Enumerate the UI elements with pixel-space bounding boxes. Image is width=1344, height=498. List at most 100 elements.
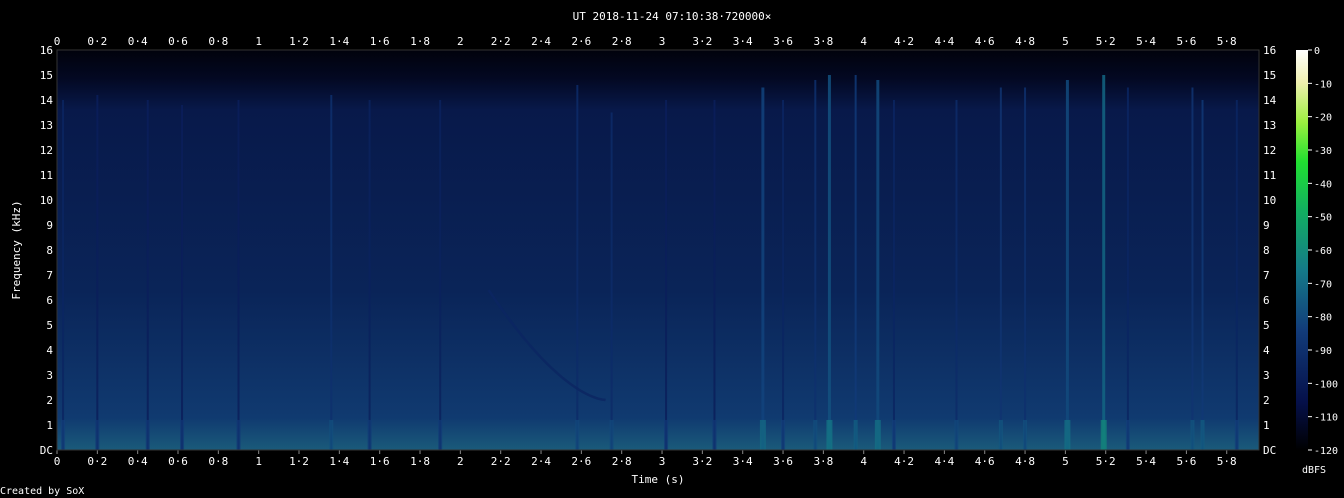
x-tick-label-bottom: 1·4 <box>329 455 349 468</box>
x-tick-label-bottom: 2·8 <box>612 455 632 468</box>
burst-low-band <box>826 420 833 450</box>
burst-low-band <box>1023 420 1028 450</box>
y-tick-label-left: 8 <box>46 244 53 257</box>
burst-low-band <box>1100 420 1107 450</box>
x-tick-label-bottom: 2·2 <box>491 455 511 468</box>
x-tick-label-top: 3·2 <box>692 35 712 48</box>
colorbar-tick-label: -30 <box>1314 146 1332 157</box>
x-tick-label-bottom: 0·8 <box>208 455 228 468</box>
y-tick-label-right: 15 <box>1263 69 1276 82</box>
burst-low-band <box>853 420 858 450</box>
x-tick-label-top: 5 <box>1062 35 1069 48</box>
y-axis-left-ticks: DC12345678910111213141516 <box>40 44 54 457</box>
y-tick-label-right: 9 <box>1263 219 1270 232</box>
spectral-burst <box>782 100 785 450</box>
burst-low-band <box>891 420 896 450</box>
spectral-burst <box>1235 100 1238 450</box>
y-tick-label-left: 1 <box>46 419 53 432</box>
x-tick-label-top: 2·4 <box>531 35 551 48</box>
x-tick-label-top: 5·4 <box>1136 35 1156 48</box>
x-tick-label-bottom: 2·4 <box>531 455 551 468</box>
y-tick-label-left: 15 <box>40 69 53 82</box>
spectral-burst <box>854 75 857 450</box>
burst-low-band <box>712 420 717 450</box>
y-tick-label-left: 11 <box>40 169 53 182</box>
x-tick-label-top: 0 <box>54 35 61 48</box>
x-tick-label-top: 2 <box>457 35 464 48</box>
x-axis-top-ticks: 0 0·2 0·4 0·6 0·8 1 1·2 1·4 1·6 1·8 2 2·2 2·4 2·6 2·8 3… <box>54 35 1237 48</box>
colorbar-tick-label: 0 <box>1314 46 1320 57</box>
spectral-burst <box>439 100 442 450</box>
x-tick-label-bottom: 3·2 <box>692 455 712 468</box>
x-tick-label-bottom: 1 <box>255 455 262 468</box>
x-tick-label-bottom: 0 <box>54 455 61 468</box>
y-tick-label-left: 7 <box>46 269 53 282</box>
burst-low-band <box>954 420 959 450</box>
x-tick-label-top: 3 <box>659 35 666 48</box>
burst-low-band <box>664 420 669 450</box>
x-tick-label-top: 1·8 <box>410 35 430 48</box>
spectral-burst <box>761 87 765 450</box>
burst-low-band <box>781 420 786 450</box>
spectral-burst <box>62 100 65 450</box>
burst-low-band <box>236 420 241 450</box>
y-tick-label-left: DC <box>40 444 53 457</box>
y-axis-right-ticks: DC12345678910111213141516 <box>1263 44 1277 457</box>
burst-low-band <box>759 420 766 450</box>
colorbar-tick-label: -10 <box>1314 79 1332 90</box>
spectral-burst <box>892 100 895 450</box>
x-tick-label-bottom: 4 <box>860 455 867 468</box>
spectral-burst <box>146 100 149 450</box>
x-tick-label-top: 3·6 <box>773 35 793 48</box>
spectral-burst <box>713 100 716 450</box>
spectral-burst <box>1126 87 1129 450</box>
x-tick-label-bottom: 5·4 <box>1136 455 1156 468</box>
y-tick-label-right: 12 <box>1263 144 1276 157</box>
spectral-burst <box>96 95 99 450</box>
colorbar-label: dBFS <box>1302 465 1326 476</box>
colorbar-tick-label: -90 <box>1314 346 1332 357</box>
y-tick-label-right: 8 <box>1263 244 1270 257</box>
x-tick-label-bottom: 3 <box>659 455 666 468</box>
y-tick-label-left: 3 <box>46 369 53 382</box>
spectrogram-chart: UT 2018-11-24 07:10:38·720000× 0 0·2 0·4 0·… <box>0 10 1338 497</box>
x-tick-label-bottom: 1·2 <box>289 455 309 468</box>
burst-low-band <box>180 420 185 450</box>
burst-low-band <box>145 420 150 450</box>
x-tick-label-top: 4 <box>860 35 867 48</box>
y-tick-label-left: 16 <box>40 44 53 57</box>
y-tick-label-right: 1 <box>1263 419 1270 432</box>
spectral-burst <box>368 100 371 450</box>
spectral-burst <box>814 80 817 450</box>
y-tick-label-right: 10 <box>1263 194 1276 207</box>
burst-low-band <box>609 420 614 450</box>
x-tick-label-top: 0·8 <box>208 35 228 48</box>
x-tick-label-bottom: 4·8 <box>1015 455 1035 468</box>
y-tick-label-right: 11 <box>1263 169 1276 182</box>
burst-low-band <box>1064 420 1071 450</box>
burst-low-band <box>329 420 334 450</box>
x-tick-label-bottom: 1·8 <box>410 455 430 468</box>
spectral-burst <box>1191 87 1194 450</box>
y-tick-label-left: 14 <box>40 94 54 107</box>
x-axis-label: Time (s) <box>632 473 685 486</box>
x-tick-label-bottom: 3·4 <box>733 455 753 468</box>
colorbar-tick-label: -40 <box>1314 179 1332 190</box>
x-tick-label-bottom: 5·6 <box>1176 455 1196 468</box>
spectral-burst <box>999 87 1002 450</box>
x-tick-label-bottom: 3·6 <box>773 455 793 468</box>
burst-low-band <box>1125 420 1130 450</box>
burst-low-band <box>1234 420 1239 450</box>
y-tick-label-right: 7 <box>1263 269 1270 282</box>
x-tick-label-bottom: 0·6 <box>168 455 188 468</box>
x-tick-label-top: 0·4 <box>128 35 148 48</box>
y-tick-label-left: 5 <box>46 319 53 332</box>
x-tick-label-bottom: 5·2 <box>1096 455 1116 468</box>
x-tick-label-top: 4·8 <box>1015 35 1035 48</box>
spectral-burst <box>237 100 240 450</box>
x-tick-label-bottom: 5 <box>1062 455 1069 468</box>
y-tick-label-right: 14 <box>1263 94 1277 107</box>
burst-low-band <box>95 420 100 450</box>
x-tick-label-bottom: 4·2 <box>894 455 914 468</box>
x-tick-label-top: 3·4 <box>733 35 753 48</box>
